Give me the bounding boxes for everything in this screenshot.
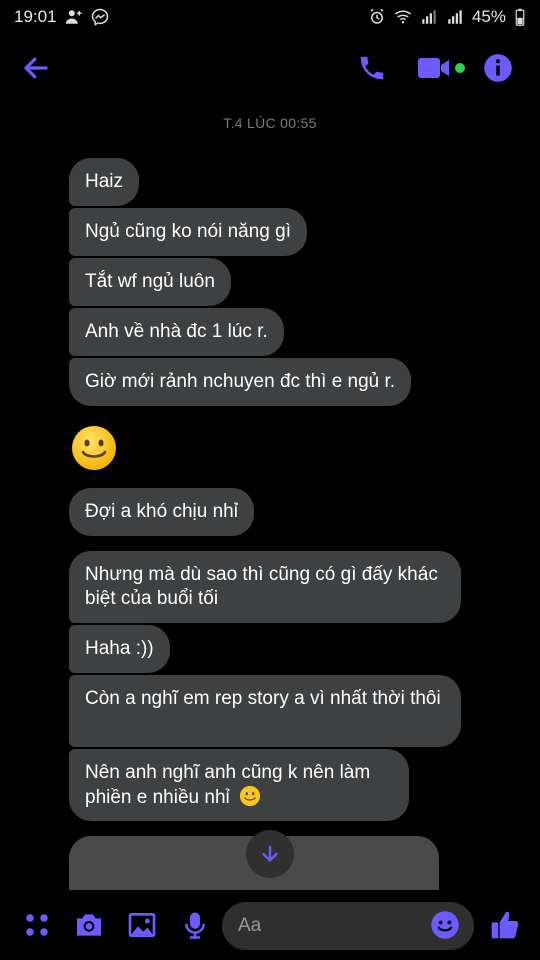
gallery-icon [128,913,156,937]
message-bubble[interactable]: Haiz [69,158,140,206]
messenger-notification-icon [91,8,108,26]
status-right: 45% [368,7,526,27]
message-bubble[interactable]: Anh về nhà đc 1 lúc r. [69,308,284,356]
camera-button[interactable] [72,908,106,942]
message-text: Ngủ cũng ko nói năng gì [85,221,291,242]
message-text: Đợi a khó chịu nhỉ [85,501,238,522]
smiley-emoji-icon[interactable] [70,424,118,472]
thread-timestamp: T.4 LÚC 00:55 [223,115,317,131]
info-icon [484,54,512,82]
message-bubble[interactable]: Nhưng mà dù sao thì cũng có gì đấy khác … [69,551,461,623]
like-button[interactable] [488,908,522,942]
gallery-button[interactable] [125,908,159,942]
message-bubble[interactable]: Ngủ cũng ko nói năng gì [69,208,307,256]
camera-icon [77,914,101,936]
message-bubble[interactable]: Giờ mới rảnh nchuyen đc thì e ngủ r. [69,358,412,406]
signal-icon-2 [448,10,462,24]
emoji-icon [431,911,459,939]
message-text: Anh về nhà đc 1 lúc r. [85,321,268,342]
message-text: Haha :)) [85,638,154,659]
message-bubble[interactable]: Tắt wf ngủ luôn [69,258,231,306]
alarm-icon [370,8,384,24]
message-text: Nên anh nghĩ anh cũng k nên làm phiền e … [85,762,371,808]
back-arrow-icon [24,57,48,79]
battery-percent: 45% [471,7,506,26]
menu-dots-icon [26,914,48,936]
arrow-down-icon [262,845,278,862]
smiley-inline-emoji-icon [239,785,261,807]
info-button[interactable] [480,50,516,86]
video-camera-icon [418,58,465,78]
message-bubble[interactable]: Đợi a khó chịu nhỉ [69,488,254,536]
emoji-button[interactable] [428,908,462,942]
status-bar: 19:01 45% [0,0,540,34]
message-text: Còn a nghĩ em rep story a vì nhất thời t… [85,688,441,709]
more-actions-button[interactable] [20,908,54,942]
conversation-header [0,40,540,96]
video-call-button[interactable] [416,50,468,86]
battery-icon [515,8,525,26]
microphone-icon [185,912,205,939]
message-bubble[interactable]: Nên anh nghĩ anh cũng k nên làm phiền e … [69,749,409,821]
message-bubble[interactable]: Còn a nghĩ em rep story a vì nhất thời t… [69,675,461,747]
contact-notification-icon [65,10,82,24]
call-button[interactable] [354,50,390,86]
message-text: Tắt wf ngủ luôn [85,271,215,292]
back-button[interactable] [18,50,54,86]
message-text: Nhưng mà dù sao thì cũng có gì đấy khác … [85,564,438,609]
status-left: 19:01 [14,7,109,27]
message-text: Haiz [85,171,124,192]
voice-message-button[interactable] [178,908,212,942]
signal-icon-1 [422,10,436,24]
message-bubble[interactable]: Haha :)) [69,625,170,673]
wifi-icon [394,10,411,24]
status-time: 19:01 [14,7,57,26]
message-text: Giờ mới rảnh nchuyen đc thì e ngủ r. [85,371,396,392]
thumbs-up-icon [491,911,519,939]
phone-icon [360,56,384,80]
scroll-to-bottom-button[interactable] [246,830,294,878]
